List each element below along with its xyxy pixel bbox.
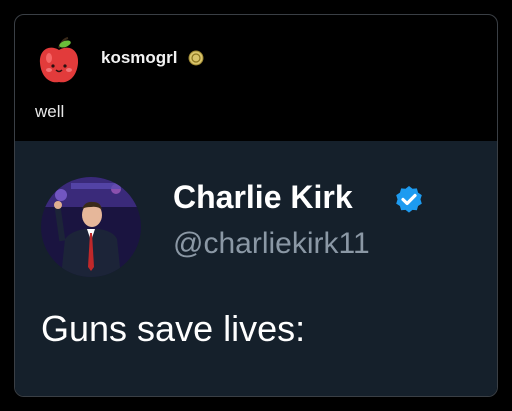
tweet-text: Guns save lives: bbox=[41, 308, 306, 349]
verified-check-icon bbox=[396, 186, 422, 213]
profile-avatar bbox=[41, 177, 141, 277]
post-header: kosmogrl well bbox=[15, 15, 497, 143]
username[interactable]: kosmogrl bbox=[101, 48, 178, 68]
post-text: well bbox=[35, 102, 65, 121]
coin-badge-icon bbox=[188, 50, 204, 66]
post-card: kosmogrl well Charlie Kirk @charliekirk1… bbox=[14, 14, 498, 397]
apple-icon[interactable] bbox=[37, 36, 81, 86]
display-name: Charlie Kirk bbox=[173, 179, 353, 215]
embedded-tweet-image: Charlie Kirk @charliekirk11 Guns save li… bbox=[15, 141, 497, 396]
handle: @charliekirk11 bbox=[173, 227, 370, 260]
